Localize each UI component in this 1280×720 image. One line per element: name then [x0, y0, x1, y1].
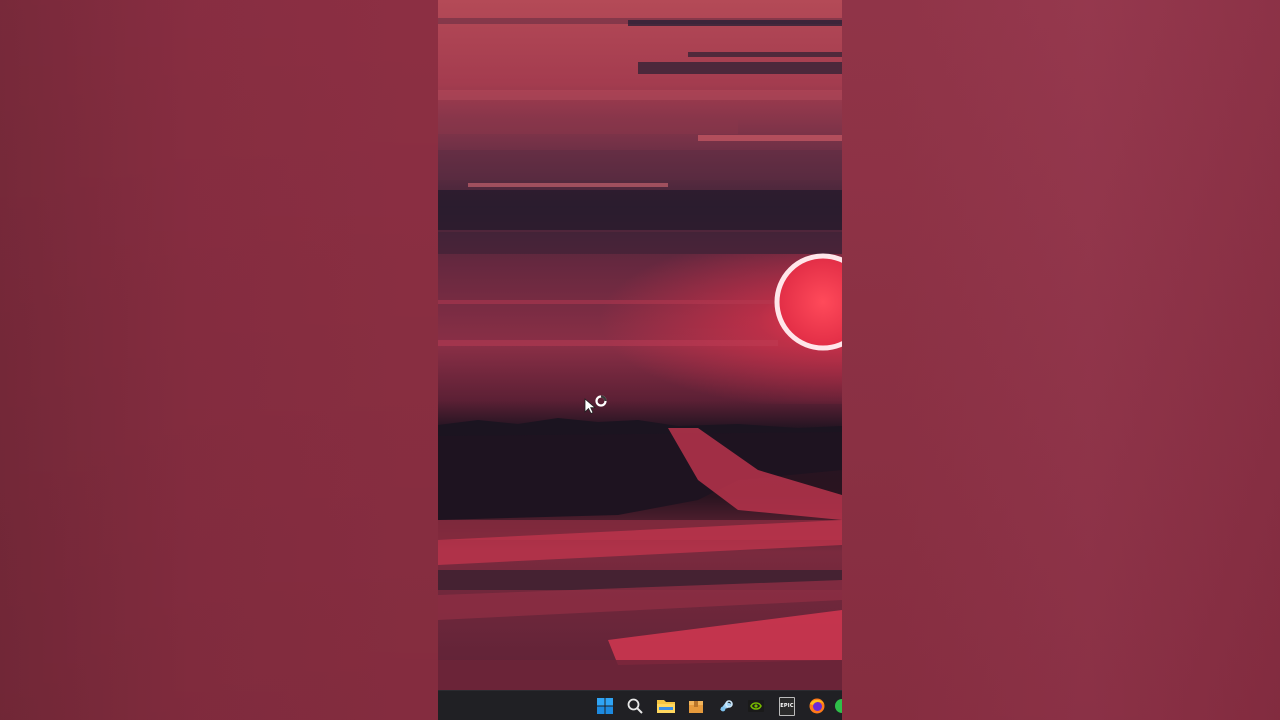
- desktop-screen: EPIC: [438, 0, 842, 720]
- nvidia-button[interactable]: [745, 695, 767, 717]
- search-button[interactable]: [624, 695, 646, 717]
- background-left: [0, 0, 438, 720]
- steam-icon: [718, 698, 734, 714]
- firefox-button[interactable]: [806, 695, 828, 717]
- busy-cursor-icon: [583, 394, 609, 418]
- folder-icon: [657, 698, 675, 714]
- app-button-package[interactable]: [685, 695, 707, 717]
- green-app-icon: [834, 698, 842, 714]
- steam-button[interactable]: [715, 695, 737, 717]
- taskbar: EPIC: [438, 690, 842, 720]
- epic-games-button[interactable]: EPIC: [776, 695, 798, 717]
- firefox-icon: [809, 698, 825, 714]
- nvidia-icon: [748, 700, 764, 712]
- background-right: [842, 0, 1280, 720]
- app-button-green[interactable]: [834, 695, 842, 717]
- start-button[interactable]: [594, 695, 616, 717]
- file-explorer-button[interactable]: [655, 695, 677, 717]
- package-icon: [688, 698, 704, 714]
- windows-logo-icon: [597, 698, 613, 714]
- epic-games-label: EPIC: [780, 702, 794, 709]
- desktop-wallpaper: [438, 0, 842, 690]
- epic-games-icon: EPIC: [779, 696, 795, 716]
- search-icon: [627, 698, 643, 714]
